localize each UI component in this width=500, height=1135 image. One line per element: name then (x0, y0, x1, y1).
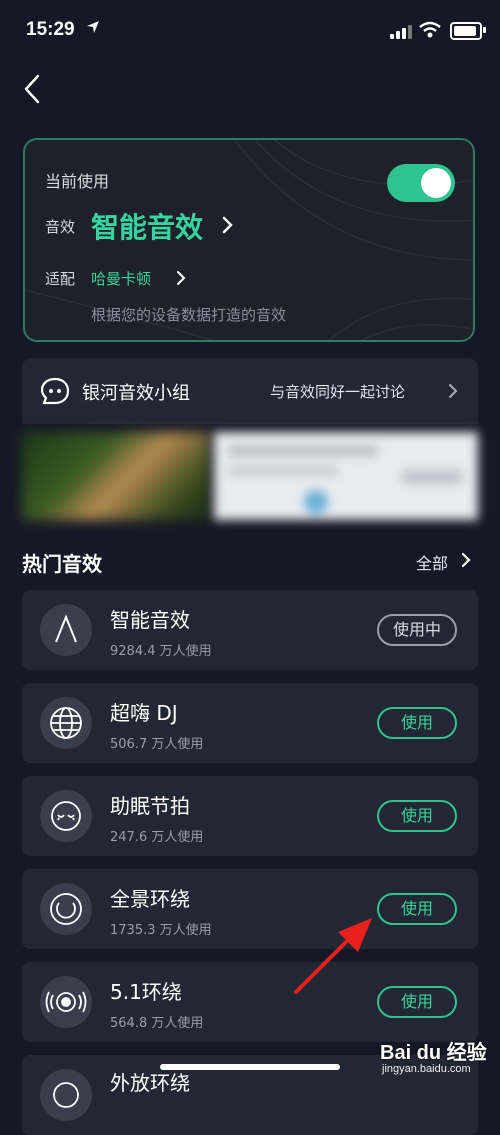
effect-name: 助眠节拍 (110, 794, 190, 818)
use-button[interactable]: 使用 (377, 986, 457, 1018)
effect-label: 音效 (45, 218, 76, 236)
promo-banner-left[interactable] (22, 432, 210, 520)
letter-a-icon (40, 604, 92, 656)
fit-label: 适配 (45, 270, 76, 288)
back-chevron-icon[interactable] (20, 72, 50, 106)
use-button[interactable]: 使用 (377, 707, 457, 739)
chevron-right-icon[interactable] (460, 551, 472, 569)
list-item[interactable]: 智能音效 9284.4 万人使用 使用中 (22, 590, 478, 670)
status-time: 15:29 (26, 19, 75, 40)
current-effect-toggle[interactable] (387, 164, 455, 202)
effect-name: 全景环绕 (110, 887, 190, 911)
effect-usage-count: 564.8 万人使用 (110, 1016, 204, 1031)
toggle-knob (421, 168, 451, 198)
in-use-button[interactable]: 使用中 (377, 614, 457, 646)
community-link[interactable]: 与音效同好一起讨论 (270, 381, 405, 402)
list-item[interactable]: 助眠节拍 247.6 万人使用 使用 (22, 776, 478, 856)
list-item[interactable]: 全景环绕 1735.3 万人使用 使用 (22, 869, 478, 949)
chevron-right-icon[interactable] (221, 215, 235, 235)
home-indicator (160, 1064, 340, 1070)
effect-name: 外放环绕 (110, 1071, 190, 1095)
effect-name: 智能音效 (110, 608, 190, 632)
annotation-arrow-icon (294, 918, 372, 994)
sleepy-face-icon (40, 790, 92, 842)
surround-ring-icon (40, 883, 92, 935)
effect-usage-count: 247.6 万人使用 (110, 830, 204, 845)
location-arrow-icon (87, 21, 99, 33)
effect-usage-count: 9284.4 万人使用 (110, 644, 212, 659)
watermark-brand: Bai du 经验 (380, 1042, 487, 1064)
community-title: 银河音效小组 (82, 383, 190, 404)
cellular-signal-icon (390, 25, 412, 39)
view-all-link[interactable]: 全部 (416, 550, 448, 574)
battery-icon (450, 22, 482, 40)
chevron-right-icon[interactable] (175, 270, 187, 286)
promo-banner-right[interactable] (214, 432, 478, 520)
list-item[interactable]: 超嗨 DJ 506.7 万人使用 使用 (22, 683, 478, 763)
status-bar: 15:29 (0, 0, 500, 60)
current-effect-name[interactable]: 智能音效 (91, 206, 203, 246)
effect-usage-count: 506.7 万人使用 (110, 737, 204, 752)
watermark-logo: Bai du 经验 jingyan.baidu.com (380, 1030, 496, 1080)
effect-usage-count: 1735.3 万人使用 (110, 923, 212, 938)
chat-bubble-face-icon (40, 377, 70, 405)
current-use-label: 当前使用 (45, 172, 110, 191)
current-effect-card: 当前使用 音效 智能音效 适配 哈曼卡顿 根据您的设备数据打造的音效 (23, 138, 475, 342)
outdoor-speaker-icon (40, 1069, 92, 1121)
watermark-url: jingyan.baidu.com (382, 1063, 471, 1075)
community-row[interactable]: 银河音效小组 与音效同好一起讨论 (22, 358, 478, 424)
section-title: 热门音效 (22, 552, 102, 576)
use-button[interactable]: 使用 (377, 893, 457, 925)
fit-device-value[interactable]: 哈曼卡顿 (91, 268, 151, 289)
current-effect-description: 根据您的设备数据打造的音效 (91, 306, 287, 324)
speaker-waves-icon (40, 976, 92, 1028)
wifi-icon (419, 21, 441, 38)
effect-name: 超嗨 DJ (110, 701, 178, 725)
use-button[interactable]: 使用 (377, 800, 457, 832)
chevron-right-icon[interactable] (448, 383, 458, 399)
effect-name: 5.1环绕 (110, 980, 182, 1004)
globe-icon (40, 697, 92, 749)
battery-tip (483, 27, 486, 33)
